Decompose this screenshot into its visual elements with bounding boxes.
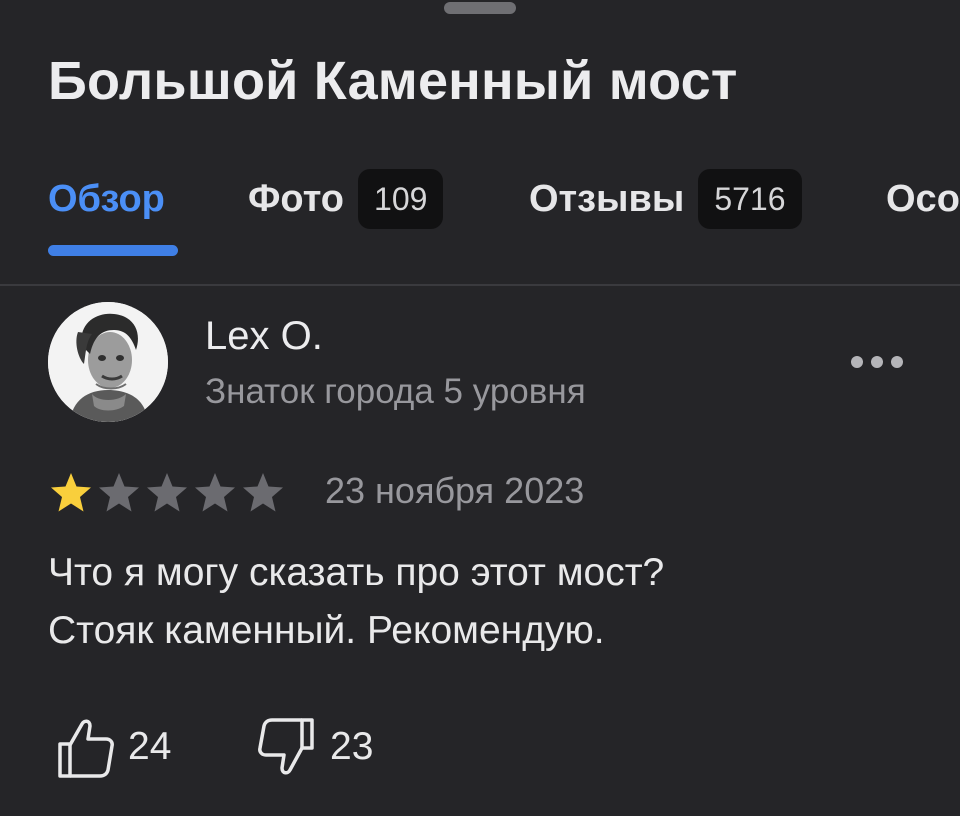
tab-photos[interactable]: Фото 109	[248, 168, 444, 230]
tab-features-label: Осо	[886, 177, 960, 220]
like-button[interactable]: 24	[52, 714, 171, 780]
tab-features[interactable]: Осо	[886, 168, 960, 230]
tabs-divider	[0, 284, 960, 286]
user-avatar-photo-icon	[48, 302, 168, 422]
review-more-button[interactable]	[842, 344, 912, 380]
tab-overview-label: Обзор	[48, 177, 165, 220]
tab-bar: Обзор Фото 109 Отзывы 5716 Осо	[48, 168, 960, 232]
tab-reviews-label: Отзывы	[529, 177, 685, 220]
star-empty-icon	[147, 473, 187, 512]
place-review-screen: Большой Каменный мост Обзор Фото 109 Отз…	[0, 0, 960, 816]
star-empty-icon	[243, 473, 283, 512]
author-level: Знаток города 5 уровня	[205, 372, 586, 411]
review-text-line: Что я могу сказать про этот мост?	[48, 551, 665, 594]
like-count: 24	[128, 725, 172, 768]
review-text-line: Стояк каменный. Рекомендую.	[48, 609, 605, 652]
star-filled-icon	[51, 473, 91, 512]
dislike-button[interactable]: 23	[254, 714, 373, 780]
author-name[interactable]: Lex O.	[205, 314, 323, 359]
review-rating	[48, 470, 288, 516]
review-date: 23 ноября 2023	[325, 470, 585, 511]
dislike-count: 23	[330, 725, 374, 768]
thumbs-up-icon	[58, 719, 114, 778]
thumbs-down-icon	[258, 718, 314, 775]
more-horizontal-icon	[851, 356, 903, 368]
active-tab-indicator	[48, 245, 178, 256]
tab-reviews-count-badge: 5716	[698, 169, 802, 229]
tab-photos-label: Фото	[248, 177, 345, 220]
tab-reviews[interactable]: Отзывы 5716	[529, 168, 802, 230]
review-text: Что я могу сказать про этот мост? Стояк …	[48, 544, 918, 660]
tab-overview[interactable]: Обзор	[48, 168, 165, 230]
star-empty-icon	[99, 473, 139, 512]
place-title: Большой Каменный мост	[48, 51, 738, 111]
star-empty-icon	[195, 473, 235, 512]
author-avatar[interactable]	[48, 302, 168, 422]
tab-photos-count-badge: 109	[358, 169, 444, 229]
sheet-grab-handle[interactable]	[444, 2, 516, 14]
